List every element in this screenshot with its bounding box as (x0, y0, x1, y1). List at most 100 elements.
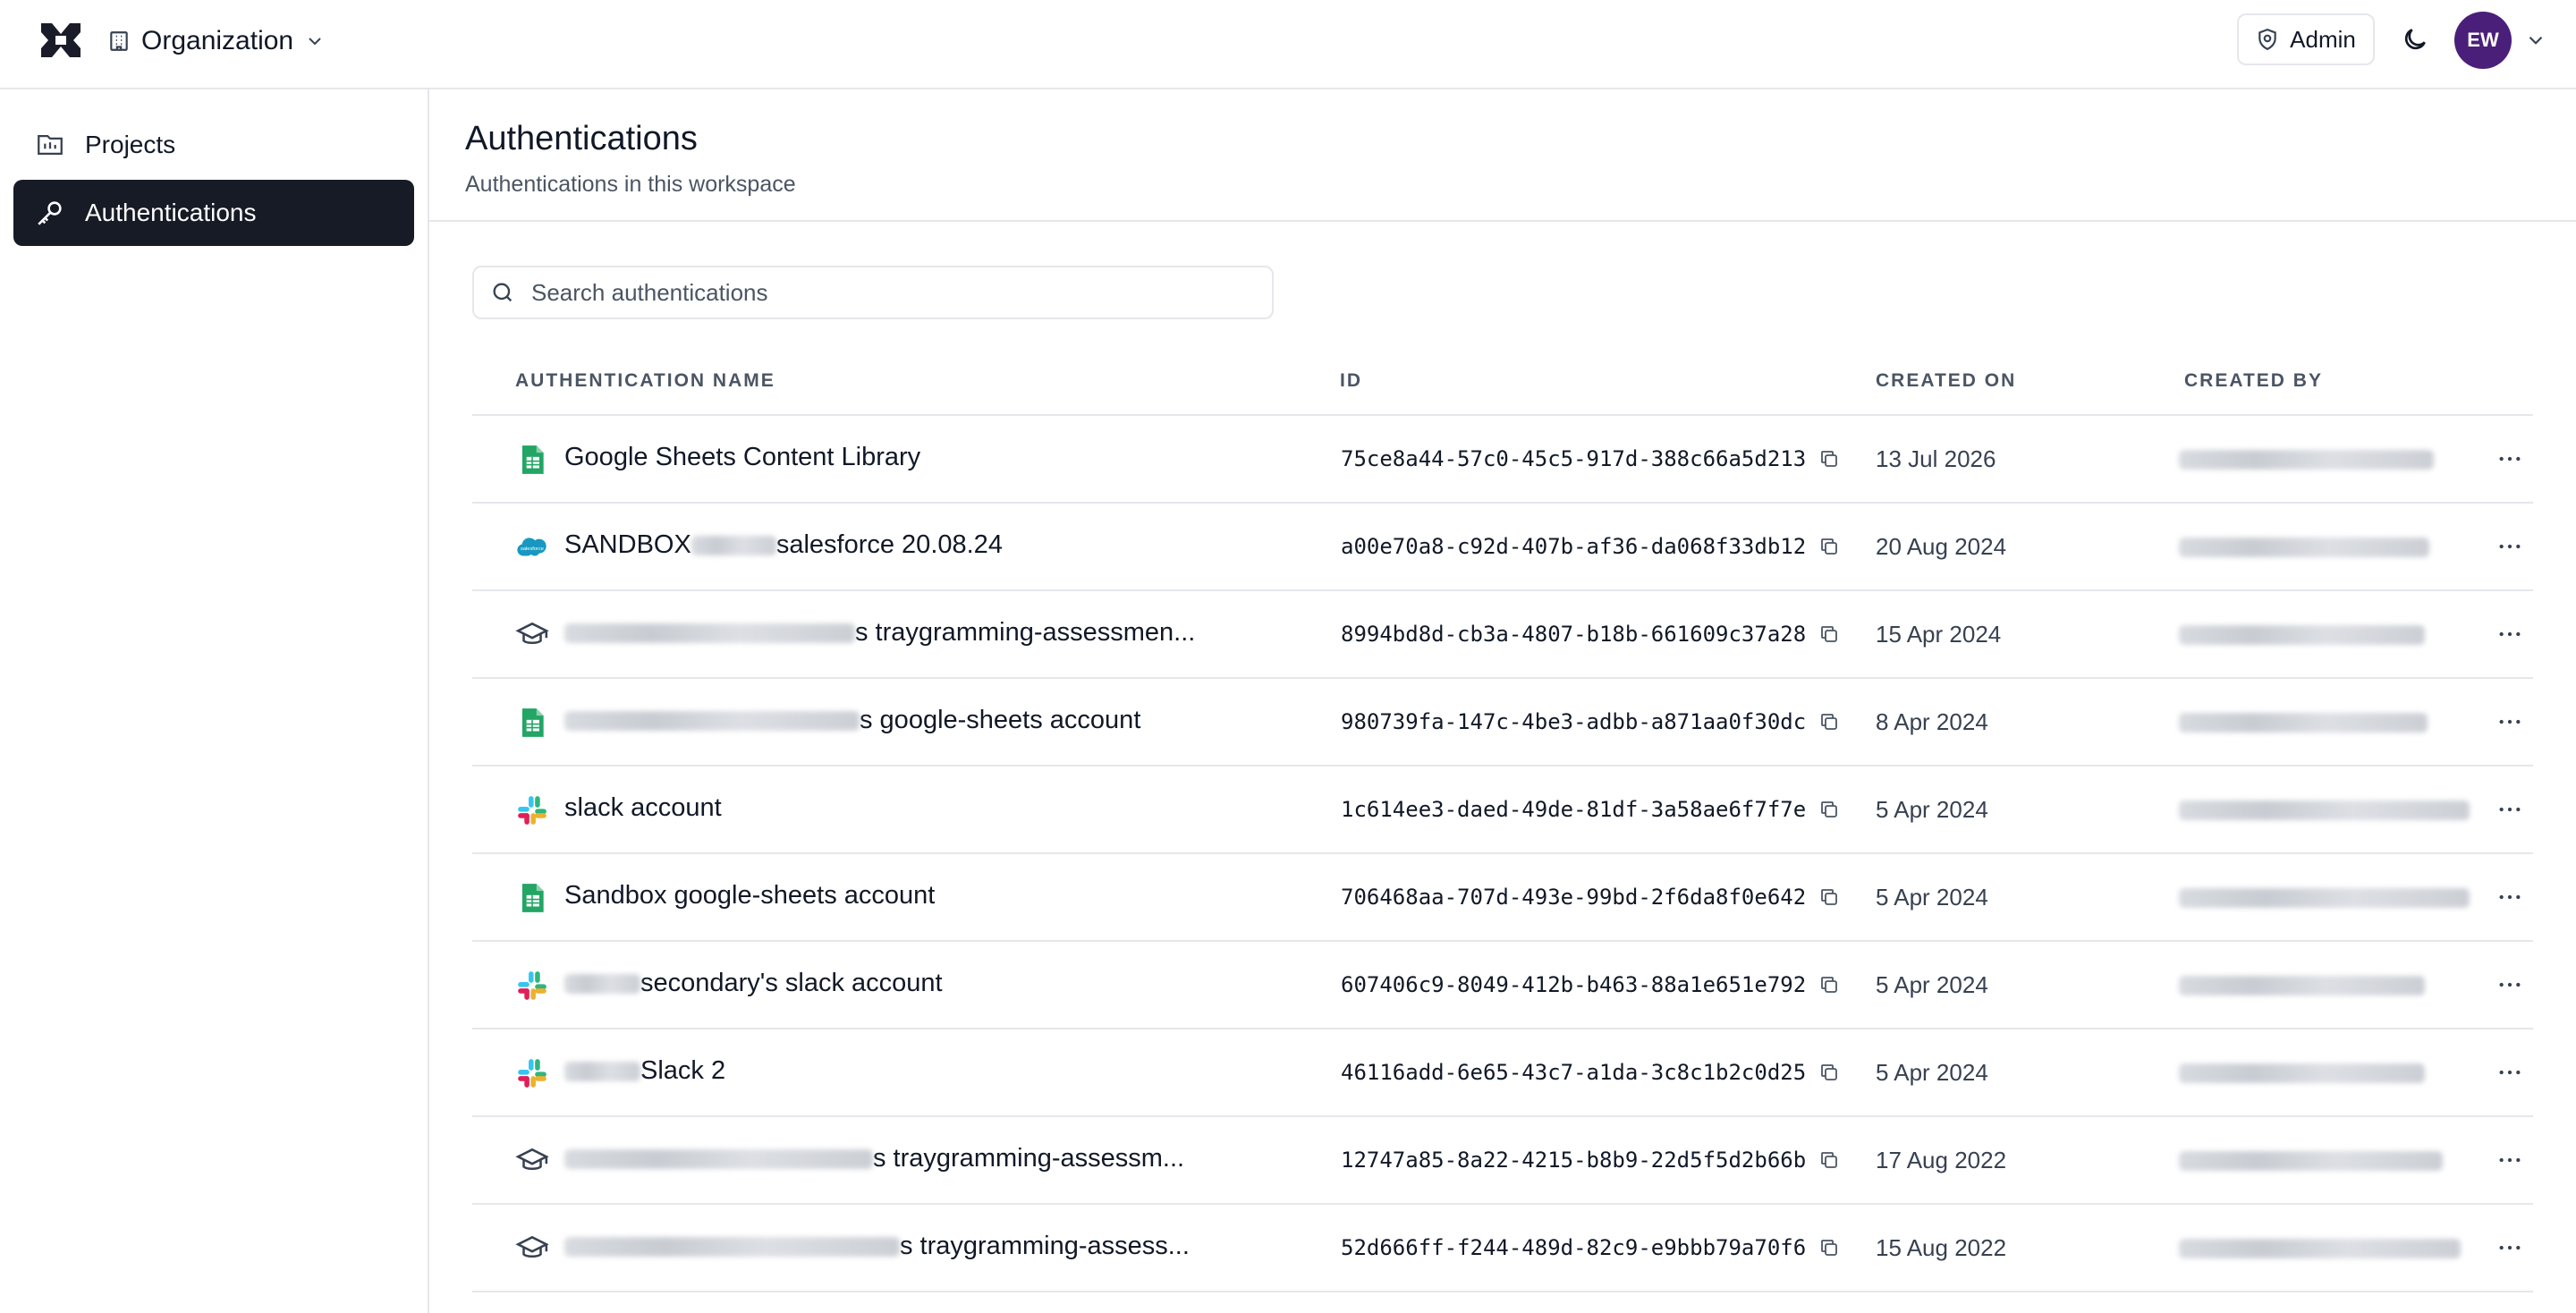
redacted-text (564, 1061, 640, 1081)
authentication-name[interactable]: secondary's slack account (564, 969, 943, 998)
redacted-text (564, 623, 855, 643)
search-box[interactable] (472, 266, 1274, 319)
graduation-cap-icon (515, 1144, 549, 1178)
authentication-id: 8994bd8d-cb3a-4807-b18b-661609c37a28 (1341, 622, 1807, 647)
projects-board-icon (38, 134, 63, 156)
building-icon (110, 31, 128, 51)
sidebar: Projects Authentications (0, 89, 429, 1313)
copy-icon[interactable] (1818, 799, 1840, 820)
authentication-name[interactable]: s traygramming-assess... (564, 1232, 1190, 1261)
copy-icon[interactable] (1818, 974, 1840, 995)
name-text: slack account (564, 793, 722, 822)
page-subtitle: Authentications in this workspace (465, 172, 796, 197)
authentication-name[interactable]: slack account (564, 793, 722, 823)
more-actions-icon[interactable] (2496, 795, 2524, 824)
table-row[interactable]: secondary's slack account 607406c9-8049-4… (472, 942, 2533, 1029)
created-on: 5 Apr 2024 (1876, 971, 1988, 998)
search-icon (493, 283, 513, 302)
authentication-name[interactable]: s traygramming-assessmen... (564, 618, 1195, 648)
copy-icon[interactable] (1818, 711, 1840, 733)
column-header-created-on[interactable]: CREATED ON (1876, 370, 2016, 392)
google-sheets-icon (515, 881, 549, 915)
organization-label: Organization (141, 26, 294, 55)
table-row[interactable]: Google Sheets Content Library 75ce8a44-57… (472, 416, 2533, 504)
name-prefix: SANDBOX (564, 530, 691, 559)
created-on: 5 Apr 2024 (1876, 1059, 1988, 1086)
redacted-text (564, 1236, 900, 1257)
copy-icon[interactable] (1818, 448, 1840, 470)
created-on: 5 Apr 2024 (1876, 884, 1988, 911)
table-row[interactable]: Slack 2 46116add-6e65-43c7-a1da-3c8c1b2c0… (472, 1029, 2533, 1117)
created-by-redacted (2179, 1151, 2443, 1171)
copy-icon[interactable] (1818, 623, 1840, 645)
authentication-name[interactable]: Slack 2 (564, 1056, 725, 1086)
theme-toggle-moon-icon[interactable] (2401, 25, 2429, 54)
table-row[interactable]: Sandbox google-sheets account 706468aa-70… (472, 854, 2533, 942)
authentication-id: 607406c9-8049-412b-b463-88a1e651e792 (1341, 972, 1807, 997)
authentication-name[interactable]: s google-sheets account (564, 706, 1140, 735)
redacted-text (2179, 888, 2470, 908)
created-by-redacted (2179, 625, 2425, 645)
column-header-created-by[interactable]: CREATED BY (2184, 370, 2323, 392)
copy-icon[interactable] (1818, 886, 1840, 908)
column-header-name[interactable]: AUTHENTICATION NAME (515, 370, 775, 392)
more-actions-icon[interactable] (2496, 1058, 2524, 1087)
table-row[interactable]: salesforce SANDBOX salesforce 20.08.24 a00e… (472, 504, 2533, 591)
table-row[interactable]: s traygramming-assessmen... 8994bd8d-cb3a… (472, 591, 2533, 679)
header-divider (429, 220, 2576, 222)
authentication-name[interactable]: Google Sheets Content Library (564, 443, 920, 472)
more-actions-icon[interactable] (2496, 970, 2524, 999)
authentication-id: 1c614ee3-daed-49de-81df-3a58ae6f7f7e (1341, 797, 1807, 822)
created-by-redacted (2179, 801, 2470, 820)
sidebar-item-authentications[interactable]: Authentications (13, 180, 414, 246)
google-sheets-icon (515, 443, 549, 477)
redacted-text (564, 973, 640, 994)
admin-button[interactable]: Admin (2237, 13, 2375, 65)
redacted-text (564, 1148, 873, 1169)
created-by-redacted (2179, 976, 2425, 995)
authentication-name[interactable]: s traygramming-assessm... (564, 1144, 1184, 1173)
table-row[interactable]: slack account 1c614ee3-daed-49de-81df-3a5… (472, 767, 2533, 854)
more-actions-icon[interactable] (2496, 883, 2524, 911)
authentication-id: a00e70a8-c92d-407b-af36-da068f33db12 (1341, 534, 1807, 559)
column-header-id[interactable]: ID (1340, 370, 1362, 392)
more-actions-icon[interactable] (2496, 1233, 2524, 1262)
search-input[interactable] (530, 277, 1249, 308)
key-icon (38, 201, 62, 225)
chevron-down-icon[interactable] (2524, 29, 2547, 52)
name-text: s traygramming-assessm... (873, 1144, 1185, 1173)
more-actions-icon[interactable] (2496, 445, 2524, 473)
user-avatar[interactable]: EW (2454, 12, 2512, 69)
table-row[interactable]: s traygramming-assessm... 12747a85-8a22-4… (472, 1117, 2533, 1205)
organization-switcher[interactable]: Organization (107, 23, 326, 59)
copy-icon[interactable] (1818, 1237, 1840, 1258)
redacted-text (2179, 1239, 2461, 1258)
redacted-text (564, 710, 860, 731)
authentication-name[interactable]: Sandbox google-sheets account (564, 881, 935, 911)
page-title: Authentications (465, 120, 698, 157)
more-actions-icon[interactable] (2496, 532, 2524, 561)
copy-icon[interactable] (1818, 536, 1840, 557)
copy-icon[interactable] (1818, 1062, 1840, 1083)
redacted-text (2179, 1151, 2443, 1171)
created-by-redacted (2179, 713, 2428, 733)
copy-icon[interactable] (1818, 1149, 1840, 1171)
salesforce-icon: salesforce (515, 530, 549, 564)
more-actions-icon[interactable] (2496, 620, 2524, 648)
created-on: 20 Aug 2024 (1876, 533, 2007, 560)
table-row[interactable]: s traygramming-assess... 52d666ff-f244-48… (472, 1205, 2533, 1292)
more-actions-icon[interactable] (2496, 707, 2524, 736)
authentication-id: 12747a85-8a22-4215-b8b9-22d5f5d2b66b (1341, 1148, 1807, 1173)
created-by-redacted (2179, 1239, 2461, 1258)
authentication-id: 706468aa-707d-493e-99bd-2f6da8f0e642 (1341, 885, 1807, 910)
slack-icon (515, 1056, 549, 1090)
redacted-text (2179, 450, 2434, 470)
more-actions-icon[interactable] (2496, 1146, 2524, 1174)
table-row[interactable]: s google-sheets account 980739fa-147c-4be… (472, 679, 2533, 767)
graduation-cap-icon (515, 618, 549, 652)
sidebar-item-projects[interactable]: Projects (13, 112, 414, 178)
authentication-id: 980739fa-147c-4be3-adbb-a871aa0f30dc (1341, 709, 1807, 734)
tray-logo-icon[interactable] (39, 20, 82, 61)
authentication-name[interactable]: SANDBOX salesforce 20.08.24 (564, 530, 1003, 560)
top-bar: Organization Admin EW (0, 0, 2576, 89)
